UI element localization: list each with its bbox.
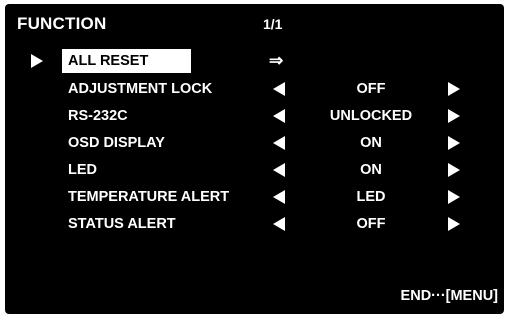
menu-item-status-alert[interactable]: STATUS ALERT OFF [5, 212, 504, 236]
menu-item-temperature-alert[interactable]: TEMPERATURE ALERT LED [5, 185, 504, 209]
menu-item-label: ADJUSTMENT LOCK [68, 81, 213, 97]
menu-item-label: OSD DISPLAY [68, 135, 165, 151]
osd-menu-panel: FUNCTION 1/1 ALL RESET ⇒ ADJUSTMENT LOCK… [5, 4, 504, 314]
enter-arrow-icon[interactable]: ⇒ [269, 49, 283, 73]
menu-item-label: TEMPERATURE ALERT [68, 189, 230, 205]
menu-item-label: STATUS ALERT [68, 216, 176, 232]
right-arrow-icon[interactable] [448, 190, 460, 204]
right-arrow-icon[interactable] [448, 136, 460, 150]
menu-item-value: OFF [356, 216, 386, 232]
left-arrow-icon[interactable] [273, 190, 285, 204]
menu-item-all-reset[interactable]: ALL RESET ⇒ [5, 49, 504, 73]
left-arrow-icon[interactable] [273, 136, 285, 150]
menu-item-label: ALL RESET [62, 49, 191, 73]
left-arrow-icon[interactable] [273, 217, 285, 231]
left-arrow-icon[interactable] [273, 163, 285, 177]
page-indicator: 1/1 [263, 16, 283, 32]
menu-item-label: RS-232C [68, 108, 128, 124]
menu-item-value: OFF [356, 81, 386, 97]
menu-item-rs-232c[interactable]: RS-232C UNLOCKED [5, 104, 504, 128]
menu-item-value: ON [360, 162, 382, 178]
menu-title: FUNCTION [17, 14, 107, 33]
menu-item-value: ON [360, 135, 382, 151]
menu-item-osd-display[interactable]: OSD DISPLAY ON [5, 131, 504, 155]
menu-item-led[interactable]: LED ON [5, 158, 504, 182]
right-arrow-icon[interactable] [448, 109, 460, 123]
left-arrow-icon[interactable] [273, 82, 285, 96]
menu-item-label: LED [68, 162, 97, 178]
right-arrow-icon[interactable] [448, 163, 460, 177]
selection-cursor-icon [31, 54, 43, 68]
right-arrow-icon[interactable] [448, 217, 460, 231]
footer-hint: END···[MENU] [400, 288, 498, 304]
menu-item-adjustment-lock[interactable]: ADJUSTMENT LOCK OFF [5, 77, 504, 101]
right-arrow-icon[interactable] [448, 82, 460, 96]
menu-item-value: LED [356, 189, 386, 205]
left-arrow-icon[interactable] [273, 109, 285, 123]
menu-item-value: UNLOCKED [329, 108, 413, 124]
